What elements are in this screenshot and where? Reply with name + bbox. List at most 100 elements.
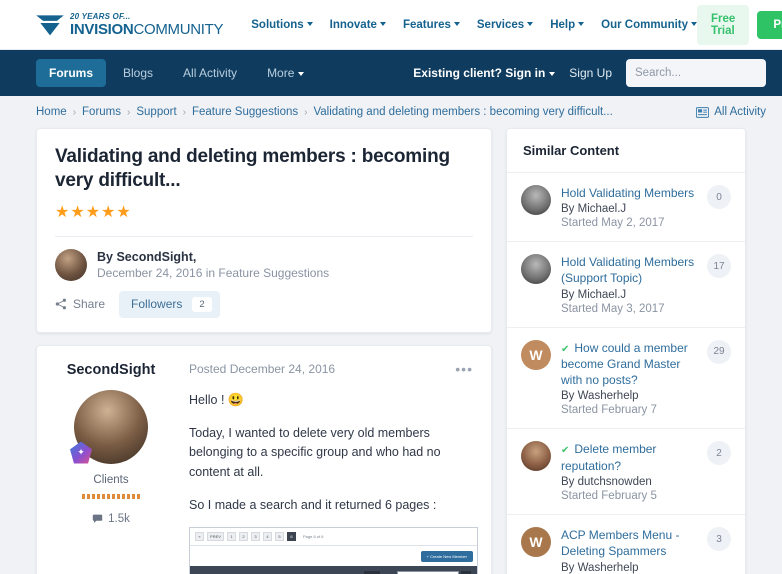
search-input[interactable]: [635, 67, 782, 79]
breadcrumb-item-home[interactable]: Home: [36, 106, 67, 118]
free-trial-button[interactable]: Free Trial: [697, 4, 750, 45]
breadcrumb-separator: ›: [182, 106, 186, 118]
star-icon: ★: [55, 203, 71, 221]
avatar[interactable]: [521, 185, 551, 215]
acp-page-2: 2: [239, 532, 248, 542]
post-meta-row: Posted December 24, 2016 •••: [189, 362, 473, 376]
logo-name-bold: INVISION: [70, 20, 134, 38]
acp-page-1: 1: [227, 532, 236, 542]
breadcrumb-item-feature-suggestions[interactable]: Feature Suggestions: [192, 106, 298, 118]
topic-byline: By SecondSight, December 24, 2016 in Fea…: [55, 237, 473, 291]
avatar[interactable]: W: [521, 527, 551, 558]
post-paragraph: So I made a search and it returned 6 pag…: [189, 498, 437, 512]
topnav-item-services[interactable]: Services: [476, 18, 534, 31]
reply-count-badge: 29: [707, 339, 731, 364]
topnav-item-innovate[interactable]: Innovate: [330, 19, 386, 31]
breadcrumb-separator: ›: [72, 106, 77, 118]
sidebar-title: Similar Content: [507, 129, 745, 173]
topnav-item-our-community[interactable]: Our Community: [601, 18, 698, 31]
topnav-label: Help: [550, 18, 576, 31]
all-activity-link[interactable]: All Activity: [696, 106, 766, 118]
author-group: Clients: [93, 473, 129, 486]
followers-button[interactable]: Followers 2: [119, 290, 220, 318]
topic-rating[interactable]: ★★★★★: [55, 202, 473, 222]
breadcrumb-item-forums[interactable]: Forums: [82, 106, 121, 118]
rank-pips-icon: [82, 493, 140, 499]
reply-count-badge: 3: [707, 527, 731, 552]
solved-check-icon: ✔: [561, 343, 570, 355]
post-content: Posted December 24, 2016 ••• Hello ! 😃 T…: [185, 346, 491, 574]
list-item[interactable]: W ACP Members Menu - Deleting Spammers B…: [507, 515, 745, 574]
list-item[interactable]: ✔ Delete member reputation? By dutchsnowd…: [507, 429, 745, 516]
sign-up-link[interactable]: Sign Up: [569, 66, 612, 80]
topic-meta: December 24, 2016 in Feature Suggestions: [97, 265, 330, 280]
site-logo[interactable]: 20 YEARS OF... INVISIONCOMMUNITY: [36, 12, 224, 38]
chevron-down-icon: [527, 22, 534, 27]
share-icon: [55, 298, 67, 310]
list-item-body: Hold Validating Members By Michael.J Sta…: [561, 185, 697, 229]
list-item-title[interactable]: ✔ How could a member become Grand Master …: [561, 340, 697, 389]
list-item-started: Started May 3, 2017: [561, 302, 665, 315]
post-count: 1.5k: [47, 513, 175, 525]
embedded-screenshot[interactable]: « PREV 1 2 3 4 5 6 Page 6 of 6 + Create …: [189, 527, 478, 574]
nav-tab-forums[interactable]: Forums: [36, 59, 107, 87]
avatar[interactable]: [55, 248, 87, 281]
star-icon: ★: [85, 203, 102, 221]
share-label: Share: [73, 297, 106, 311]
list-item-title[interactable]: Hold Validating Members (Support Topic): [561, 254, 697, 286]
community-nav: Forums Blogs All Activity More Existing …: [0, 50, 782, 96]
topnav-label: Services: [476, 18, 525, 31]
topic-author[interactable]: By SecondSight,: [97, 250, 329, 264]
list-item-title[interactable]: ACP Members Menu - Deleting Spammers: [561, 527, 697, 559]
acp-page-5: 5: [275, 532, 284, 542]
acp-page-3: 3: [251, 532, 260, 542]
breadcrumb-separator: ›: [127, 106, 131, 118]
share-button[interactable]: Share: [55, 297, 105, 311]
breadcrumb-item-current: Validating and deleting members : becomi…: [313, 106, 613, 118]
list-item[interactable]: W ✔ How could a member become Grand Maste…: [507, 328, 745, 430]
solved-check-icon: ✔: [561, 445, 570, 457]
list-item[interactable]: Hold Validating Members By Michael.J Sta…: [507, 173, 745, 243]
sidebar-column: Similar Content Hold Validating Members …: [506, 128, 746, 574]
acp-page-first: «: [195, 532, 204, 542]
topnav-label: Features: [402, 18, 451, 31]
acp-tab-bar: ADMINISTRATORS VALIDATING CUSTOMERS BANN…: [190, 566, 477, 574]
post-paragraph: Hello ! 😃: [189, 390, 473, 410]
acp-pagination: « PREV 1 2 3 4 5 6 Page 6 of 6: [190, 528, 477, 547]
topnav-item-solutions[interactable]: Solutions: [251, 19, 313, 31]
post-greeting: Hello !: [189, 392, 225, 407]
similar-content-card: Similar Content Hold Validating Members …: [506, 128, 746, 574]
avatar[interactable]: [521, 254, 551, 285]
nav-tab-more-label: More: [267, 66, 295, 80]
nav-tab-blogs[interactable]: Blogs: [110, 59, 166, 87]
acp-page-current: 6: [287, 532, 296, 542]
star-icon: ★: [101, 203, 117, 221]
nav-tab-more[interactable]: More: [254, 59, 317, 87]
sign-in-link[interactable]: Existing client? Sign in: [413, 66, 556, 80]
search-box[interactable]: [626, 59, 782, 87]
list-item-title[interactable]: Hold Validating Members: [561, 185, 697, 201]
acp-create-member-button: + Create New Member: [420, 550, 473, 562]
topic-actions: Share Followers 2: [55, 290, 473, 332]
pricing-button[interactable]: Pricing: [757, 10, 782, 39]
chevron-down-icon: [549, 71, 556, 76]
list-item-title[interactable]: ✔ Delete member reputation?: [561, 441, 697, 474]
topnav-label: Our Community: [601, 18, 689, 31]
invision-logo-icon: [36, 14, 64, 35]
reply-count-badge: 0: [707, 185, 731, 209]
main-column: Validating and deleting members : becomi…: [36, 128, 492, 574]
topnav-item-features[interactable]: Features: [403, 19, 460, 31]
nav-tab-all-activity[interactable]: All Activity: [170, 59, 250, 87]
post-more-options-icon[interactable]: •••: [455, 362, 473, 376]
list-item-title-text: Delete member reputation?: [561, 442, 657, 473]
avatar[interactable]: [521, 441, 551, 472]
smiley-emoji-icon: 😃: [227, 391, 245, 407]
avatar[interactable]: W: [521, 339, 551, 370]
topnav-item-help[interactable]: Help: [550, 18, 585, 31]
post-author-name[interactable]: SecondSight: [47, 362, 175, 378]
list-item-author: By Michael.J: [561, 203, 627, 216]
list-item[interactable]: Hold Validating Members (Support Topic) …: [507, 242, 745, 328]
list-item-body: ✔ Delete member reputation? By dutchsnowd…: [561, 441, 697, 502]
breadcrumb-item-support[interactable]: Support: [136, 106, 176, 118]
reply-count-badge: 2: [707, 441, 731, 466]
